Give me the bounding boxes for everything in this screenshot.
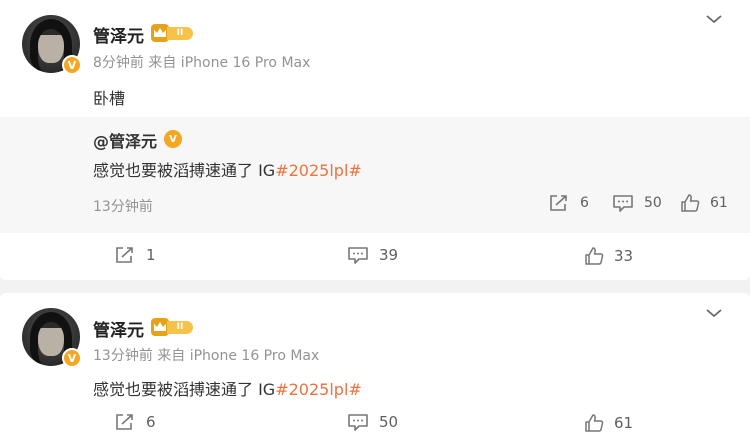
verified-icon: V [62,348,82,368]
like-icon [585,414,604,432]
topic-link[interactable]: #2025lpl# [275,161,362,180]
like-icon [585,247,604,265]
chevron-down-icon[interactable] [705,13,723,25]
username[interactable]: 管泽元 [93,316,144,341]
comment-button[interactable]: 50 [347,412,398,432]
like-icon [681,194,700,212]
like-button[interactable]: 33 [584,246,633,266]
post-text: 卧槽 [93,89,126,108]
post-text: 感觉也要被滔搏速通了 IG#2025lpl# [93,380,362,399]
repost-icon [550,195,567,211]
quoted-username[interactable]: @管泽元 [93,128,157,152]
chevron-down-icon[interactable] [705,307,723,319]
level-badge[interactable]: II [151,24,195,42]
comment-icon [348,247,368,264]
repost-button[interactable]: 1 [114,245,156,265]
avatar[interactable]: V [22,308,82,368]
verified-icon: V [164,130,182,148]
topic-link[interactable]: #2025lpl# [275,380,362,399]
level-badge[interactable]: II [151,318,195,336]
repost-icon [116,247,133,263]
comment-button[interactable]: 39 [347,245,398,265]
comment-icon [348,414,368,431]
comment-icon [613,195,633,212]
verified-icon: V [62,55,82,75]
quoted-text: 感觉也要被滔搏速通了 IG#2025lpl# [93,161,362,180]
repost-button[interactable]: 6 [114,412,156,432]
quoted-repost-button[interactable]: 6 [548,193,589,213]
quoted-like-button[interactable]: 61 [680,193,728,213]
quoted-comment-button[interactable]: 50 [612,193,662,213]
username[interactable]: 管泽元 [93,22,144,47]
post-meta: 13分钟前 来自 iPhone 16 Pro Max [93,348,320,364]
quoted-time: 13分钟前 [93,199,153,215]
repost-icon [116,414,133,430]
weibo-post: V 管泽元 II 13分钟前 来自 iPhone 16 Pro Max 感觉也要… [0,293,750,447]
post-meta: 8分钟前 来自 iPhone 16 Pro Max [93,55,311,71]
avatar[interactable]: V [22,15,82,75]
quoted-post[interactable]: @管泽元 V 感觉也要被滔搏速通了 IG#2025lpl# 13分钟前 6 50… [0,117,750,233]
like-button[interactable]: 61 [584,413,633,433]
weibo-post: V 管泽元 II 8分钟前 来自 iPhone 16 Pro Max 卧槽 @管… [0,0,750,280]
